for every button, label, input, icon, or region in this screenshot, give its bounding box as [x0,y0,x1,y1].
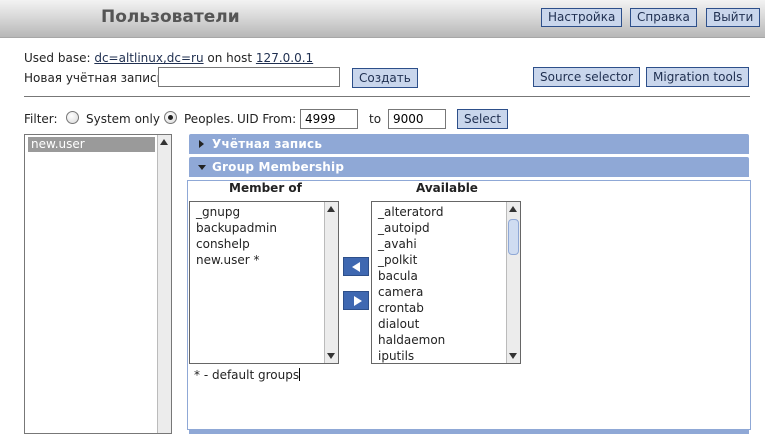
default-groups-note: * - default groups [194,368,301,382]
new-account-input[interactable] [158,67,340,87]
divider [24,96,750,97]
select-button[interactable]: Select [457,109,509,129]
system-only-label: System only [86,112,160,126]
uid-from-input[interactable] [300,109,358,129]
list-item[interactable]: _alteratord [378,204,443,220]
arrow-right-icon [354,296,362,306]
account-section-header[interactable]: Учётная запись [189,134,749,154]
list-item[interactable]: iputils [378,348,414,363]
list-item[interactable]: new.user * [196,252,260,268]
new-account-label: Новая учётная запись: [24,71,168,85]
scroll-up-icon[interactable] [160,139,168,145]
list-item[interactable]: _avahi [378,236,417,252]
top-header: Пользователи Настройка Справка Выйти [0,0,765,38]
scroll-thumb[interactable] [508,219,519,255]
default-groups-note-text: * - default groups [194,368,300,382]
on-host-label: on host [207,51,253,65]
available-scrollbar[interactable] [506,202,520,363]
account-section-title: Учётная запись [212,137,323,151]
base-dn-link[interactable]: dc=altlinux,dc=ru [94,51,203,65]
scroll-down-icon[interactable] [509,353,517,359]
list-item[interactable]: new.user [28,137,155,152]
group-membership-section-header[interactable]: Group Membership [189,157,749,177]
page-title: Пользователи [101,7,240,27]
used-base-label: Used base: [24,51,91,65]
peoples-label: Peoples. [184,112,234,126]
peoples-radio[interactable] [164,111,177,124]
source-selector-button[interactable]: Source selector [533,67,640,87]
scroll-up-icon[interactable] [327,206,335,212]
settings-button[interactable]: Настройка [541,8,623,27]
filter-label: Filter: [24,112,58,126]
base-info: Used base: dc=altlinux,dc=ru on host 127… [24,51,313,65]
available-header: Available [416,181,478,195]
member-of-scrollbar[interactable] [324,202,338,363]
list-item[interactable]: _polkit [378,252,417,268]
collapse-triangle-icon [198,165,206,170]
scroll-up-icon[interactable] [509,206,517,212]
scroll-down-icon[interactable] [327,353,335,359]
list-item[interactable]: dialout [378,316,419,332]
uid-from-label: UID From: [237,112,297,126]
host-link[interactable]: 127.0.0.1 [256,51,313,65]
next-section-edge [189,430,749,434]
text-caret [299,368,301,381]
list-item[interactable]: haldaemon [378,332,445,348]
arrow-left-icon [352,262,360,272]
list-item[interactable]: crontab [378,300,424,316]
list-item[interactable]: camera [378,284,423,300]
available-list[interactable]: _alteratord _autoipd _avahi _polkit bacu… [371,201,521,364]
member-of-header: Member of [229,181,302,195]
uid-to-input[interactable] [388,109,446,129]
list-item[interactable]: bacula [378,268,418,284]
list-item[interactable]: _gnupg [196,204,240,220]
uid-to-label: to [369,112,382,126]
list-item[interactable]: conshelp [196,236,250,252]
expand-triangle-icon [199,140,204,148]
system-only-radio[interactable] [66,111,79,124]
migration-tools-button[interactable]: Migration tools [646,67,750,87]
list-item[interactable]: backupadmin [196,220,277,236]
remove-from-groups-button[interactable] [343,291,369,310]
member-of-list[interactable]: _gnupg backupadmin conshelp new.user * [189,201,339,364]
create-button[interactable]: Создать [352,68,418,88]
help-button[interactable]: Справка [630,8,697,27]
user-list-scrollbar[interactable] [157,135,171,433]
add-to-groups-button[interactable] [343,257,369,276]
user-list[interactable]: new.user [24,134,172,434]
logout-button[interactable]: Выйти [706,8,761,27]
group-membership-section-title: Group Membership [212,160,345,174]
list-item[interactable]: _autoipd [378,220,430,236]
